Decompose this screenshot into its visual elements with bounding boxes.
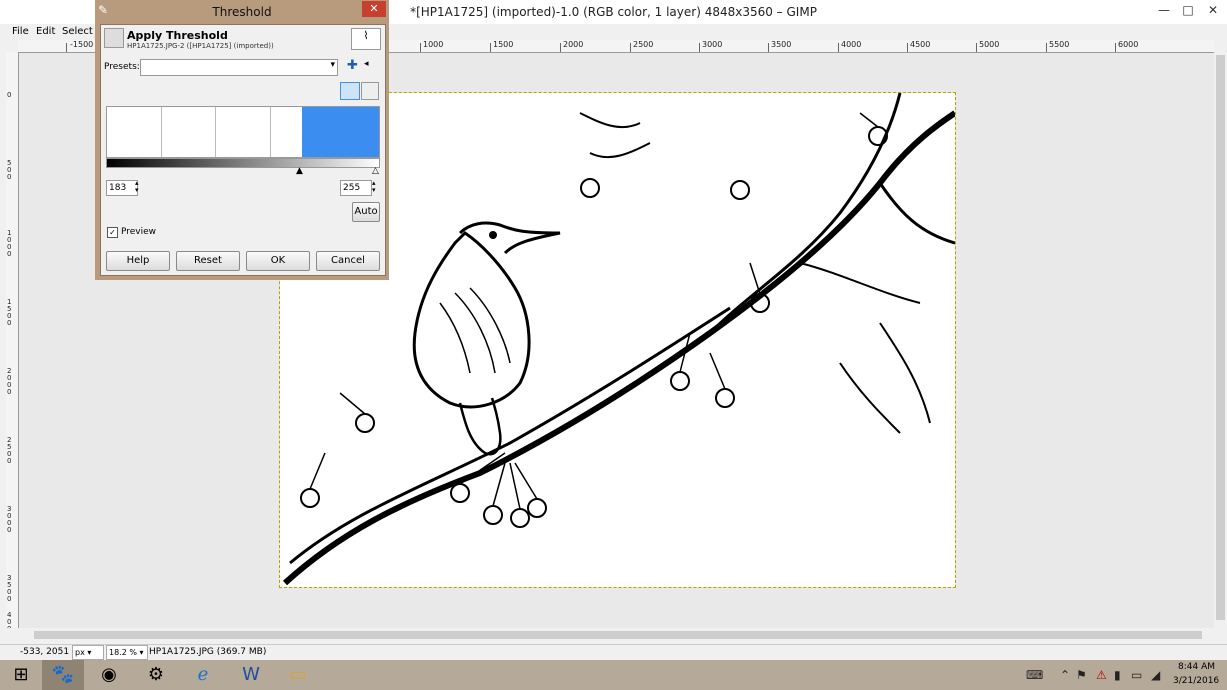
ruler-label: 1000 bbox=[423, 40, 444, 49]
horizontal-scroll-thumb[interactable] bbox=[34, 631, 1202, 639]
ruler-label: 3000 bbox=[7, 505, 12, 534]
ruler-label: 2500 bbox=[633, 40, 654, 49]
cancel-button[interactable]: Cancel bbox=[316, 251, 380, 271]
ruler-label: 5000 bbox=[979, 40, 1000, 49]
high-threshold-handle[interactable]: △ bbox=[372, 166, 379, 176]
threshold-range-selection bbox=[302, 107, 379, 157]
spin-arrows-icon[interactable]: ▴ ▾ bbox=[135, 180, 139, 194]
ruler-label: 4000 bbox=[7, 611, 12, 629]
ruler-label: 0 bbox=[7, 91, 12, 99]
image-thumbnail: ⌇ bbox=[351, 28, 381, 50]
clock-date[interactable]: 3/21/2016 bbox=[1173, 676, 1219, 686]
chevron-down-icon: ▾ bbox=[84, 648, 92, 657]
value-gradient bbox=[106, 158, 380, 168]
ruler-label: 3000 bbox=[702, 40, 723, 49]
vertical-ruler: 0 500 1000 1500 2000 2500 3000 3500 4000 bbox=[6, 52, 19, 628]
zoom-select[interactable]: 18.2 % ▾ bbox=[106, 645, 148, 660]
unit-value: px bbox=[75, 648, 85, 657]
chevron-down-icon: ▾ bbox=[330, 60, 335, 70]
help-button[interactable]: Help bbox=[106, 251, 170, 271]
ruler-label: 5500 bbox=[1049, 40, 1070, 49]
pointer-coordinates: -533, 2051 bbox=[20, 647, 70, 657]
dialog-heading: Apply Threshold bbox=[127, 29, 228, 42]
chevron-down-icon: ▾ bbox=[136, 648, 144, 657]
low-threshold-input[interactable]: 183 bbox=[106, 180, 138, 196]
menu-edit[interactable]: Edit bbox=[36, 26, 55, 37]
preset-menu-icon[interactable]: ◂ bbox=[364, 59, 369, 69]
reset-button[interactable]: Reset bbox=[176, 251, 240, 271]
low-threshold-handle[interactable]: ▲ bbox=[296, 166, 303, 176]
menu-file[interactable]: File bbox=[12, 26, 29, 37]
preview-checkbox[interactable]: ✓ bbox=[107, 227, 118, 238]
ruler-label: 6000 bbox=[1118, 40, 1139, 49]
ruler-label: 3500 bbox=[7, 574, 12, 603]
chrome-taskbar-icon[interactable]: ◉ bbox=[88, 660, 130, 690]
menu-select[interactable]: Select bbox=[62, 26, 93, 37]
ruler-label: 1500 bbox=[493, 40, 514, 49]
file-explorer-taskbar-icon[interactable]: ▭ bbox=[277, 660, 319, 690]
ruler-label: 4500 bbox=[910, 40, 931, 49]
ruler-label: 2000 bbox=[563, 40, 584, 49]
ruler-label: 2500 bbox=[7, 436, 12, 465]
security-icon[interactable]: ⚠ bbox=[1096, 668, 1107, 682]
preview-label: Preview bbox=[121, 227, 157, 237]
ruler-label: 1000 bbox=[7, 229, 12, 258]
vertical-scroll-thumb[interactable] bbox=[1216, 55, 1225, 620]
flag-icon[interactable]: ⚑ bbox=[1076, 668, 1087, 682]
maximize-button[interactable]: □ bbox=[1174, 0, 1202, 20]
threshold-icon bbox=[104, 28, 124, 48]
close-button[interactable]: ✕ bbox=[1199, 0, 1227, 20]
windows-start-icon[interactable]: ⊞ bbox=[0, 660, 42, 690]
ok-button[interactable]: OK bbox=[246, 251, 310, 271]
keyboard-icon[interactable]: ⌨ bbox=[1026, 668, 1043, 682]
dialog-subheading: HP1A1725.JPG-2 ([HP1A1725] (imported)) bbox=[127, 42, 274, 50]
high-threshold-input[interactable]: 255 bbox=[340, 180, 372, 196]
battery-icon[interactable]: ▮ bbox=[1114, 668, 1121, 682]
auto-button[interactable]: Auto bbox=[352, 202, 380, 222]
chevron-up-icon[interactable]: ⌃ bbox=[1060, 668, 1070, 682]
file-info: HP1A1725.JPG (369.7 MB) bbox=[149, 647, 267, 657]
dialog-close-button[interactable]: ✕ bbox=[362, 1, 386, 17]
word-taskbar-icon[interactable]: W bbox=[230, 660, 272, 690]
unit-select[interactable]: px ▾ bbox=[72, 645, 104, 660]
ruler-label: 3500 bbox=[771, 40, 792, 49]
spin-arrows-icon[interactable]: ▴ ▾ bbox=[372, 180, 376, 194]
monitor-icon[interactable]: ▭ bbox=[1131, 668, 1142, 682]
presets-combo[interactable]: ▾ bbox=[140, 59, 338, 76]
clock-time[interactable]: 8:44 AM bbox=[1178, 662, 1215, 672]
ruler-label: -1500 bbox=[70, 40, 94, 49]
wifi-icon[interactable]: ◢ bbox=[1151, 668, 1160, 682]
dialog-title: Threshold bbox=[212, 5, 272, 19]
zoom-value: 18.2 % bbox=[109, 648, 137, 657]
ruler-label: 1500 bbox=[7, 298, 12, 327]
gimp-taskbar-icon[interactable]: 🐾 bbox=[42, 660, 84, 690]
presets-label: Presets: bbox=[104, 62, 140, 72]
log-histogram-icon[interactable] bbox=[361, 82, 379, 100]
ruler-label: 500 bbox=[7, 159, 12, 181]
ruler-label: 4000 bbox=[841, 40, 862, 49]
histogram[interactable] bbox=[106, 106, 380, 158]
internet-explorer-taskbar-icon[interactable]: ℯ bbox=[182, 660, 224, 690]
greenshot-taskbar-icon[interactable]: ⚙ bbox=[135, 660, 177, 690]
add-preset-icon[interactable]: ✚ bbox=[347, 58, 358, 73]
ruler-label: 2000 bbox=[7, 367, 12, 396]
linear-histogram-icon[interactable] bbox=[340, 82, 360, 100]
